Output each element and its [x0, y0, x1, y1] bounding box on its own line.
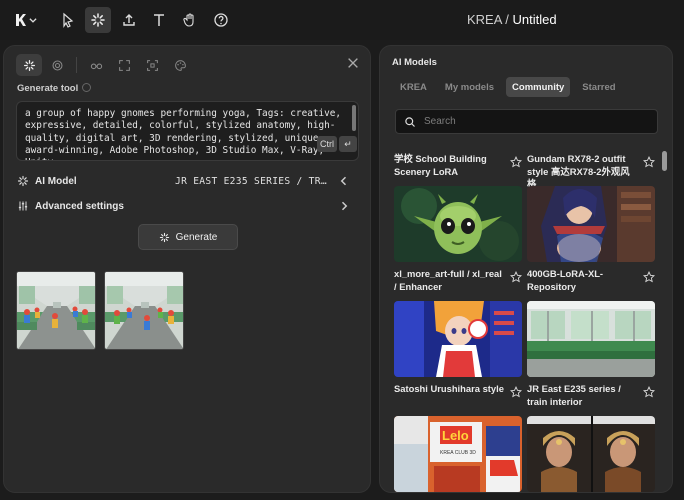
result-thumbnail[interactable] [16, 271, 96, 350]
palette-icon [174, 59, 186, 71]
advanced-settings-row[interactable]: Advanced settings [17, 197, 359, 215]
prompt-scrollbar[interactable] [352, 105, 356, 131]
section-label: Generate tool [17, 83, 92, 94]
tab-generate[interactable] [16, 54, 42, 76]
tab-palette[interactable] [167, 54, 193, 76]
doc-title[interactable]: Untitled [513, 12, 557, 27]
loader-icon[interactable] [85, 7, 111, 33]
star-icon[interactable] [643, 156, 655, 168]
kbd-ctrl: Ctrl [317, 136, 337, 152]
glasses-icon [90, 63, 102, 69]
model-tabs: KREA My models Community Starred [394, 77, 622, 97]
model-icon [17, 175, 29, 187]
target-icon [52, 60, 62, 70]
prompt-text[interactable]: a group of happy gnomes performing yoga,… [17, 102, 358, 160]
star-icon[interactable] [643, 271, 655, 283]
sparkle-icon [23, 59, 35, 71]
generate-button[interactable]: Generate [138, 224, 238, 250]
model-thumbnail[interactable] [394, 301, 522, 377]
model-name: Gundam RX78-2 outfit style 高达RX78-2外观风格 [527, 153, 630, 189]
model-thumbnail[interactable]: Lelo KREA CLUB 3D [394, 416, 522, 492]
document-title: KREA / Untitled [467, 12, 557, 27]
chevron-down-icon[interactable] [26, 7, 40, 33]
prompt-textarea[interactable]: a group of happy gnomes performing yoga,… [16, 101, 359, 161]
text-icon[interactable] [146, 7, 172, 33]
tab-select[interactable] [139, 54, 165, 76]
ai-model-row[interactable]: AI Model JR EAST E235 SERIES / TR… [17, 172, 359, 190]
brand-name: KREA [467, 12, 502, 27]
scrollbar[interactable] [662, 151, 667, 171]
sliders-icon [18, 201, 28, 211]
ai-model-label: AI Model [35, 175, 77, 187]
ai-models-panel: AI Models KREA My models Community Starr… [379, 45, 673, 493]
tab-krea[interactable]: KREA [394, 77, 433, 97]
model-thumbnail[interactable] [527, 301, 655, 377]
model-name: 400GB-LoRA-XL-Repository [527, 268, 604, 292]
star-icon[interactable] [643, 386, 655, 398]
result-thumbnail[interactable] [104, 271, 184, 350]
tab-enhance[interactable] [44, 54, 70, 76]
close-icon[interactable] [346, 56, 360, 70]
upload-icon[interactable] [116, 7, 142, 33]
model-name: JR East E235 series / train interior [527, 383, 621, 407]
search-input[interactable] [424, 116, 644, 127]
expand-icon [118, 59, 130, 71]
model-thumbnail[interactable] [527, 186, 655, 262]
svg-text:KREA CLUB 3D: KREA CLUB 3D [440, 450, 476, 456]
tab-community[interactable]: Community [506, 77, 571, 97]
search-icon [405, 116, 415, 127]
help-icon[interactable] [208, 7, 234, 33]
chevron-left-icon[interactable] [338, 175, 350, 187]
generate-panel: Generate tool a group of happy gnomes pe… [3, 45, 371, 493]
search-box[interactable] [395, 109, 658, 134]
select-area-icon [146, 59, 158, 71]
tab-divider [76, 57, 77, 73]
tab-starred[interactable]: Starred [576, 77, 621, 97]
title-separator: / [501, 12, 513, 27]
tab-expand[interactable] [111, 54, 137, 76]
star-icon[interactable] [510, 271, 522, 283]
cursor-icon[interactable] [55, 7, 81, 33]
svg-text:Lelo: Lelo [442, 428, 469, 443]
panel-title: AI Models [392, 57, 437, 68]
star-icon[interactable] [510, 156, 522, 168]
generate-icon [159, 232, 169, 242]
chevron-right-icon[interactable] [338, 200, 350, 212]
tab-view[interactable] [83, 54, 109, 76]
info-icon[interactable] [82, 83, 92, 92]
generate-tool-label: Generate tool [17, 83, 79, 94]
model-name: xl_more_art-full / xl_real / Enhancer [394, 268, 502, 292]
advanced-settings-label: Advanced settings [35, 200, 124, 212]
model-name: 学校 School Building Scenery LoRA [394, 153, 487, 177]
star-icon[interactable] [510, 386, 522, 398]
model-name: Satoshi Urushihara style [394, 383, 504, 394]
hand-icon[interactable] [177, 7, 203, 33]
top-toolbar: KREA / Untitled [0, 0, 684, 40]
tab-my-models[interactable]: My models [439, 77, 500, 97]
kbd-enter: ↵ [339, 136, 357, 152]
model-thumbnail[interactable] [394, 186, 522, 262]
model-thumbnail[interactable] [527, 416, 655, 492]
tool-tabs [16, 54, 193, 76]
generate-label: Generate [175, 231, 218, 243]
ai-model-value[interactable]: JR EAST E235 SERIES / TR… [175, 176, 327, 187]
